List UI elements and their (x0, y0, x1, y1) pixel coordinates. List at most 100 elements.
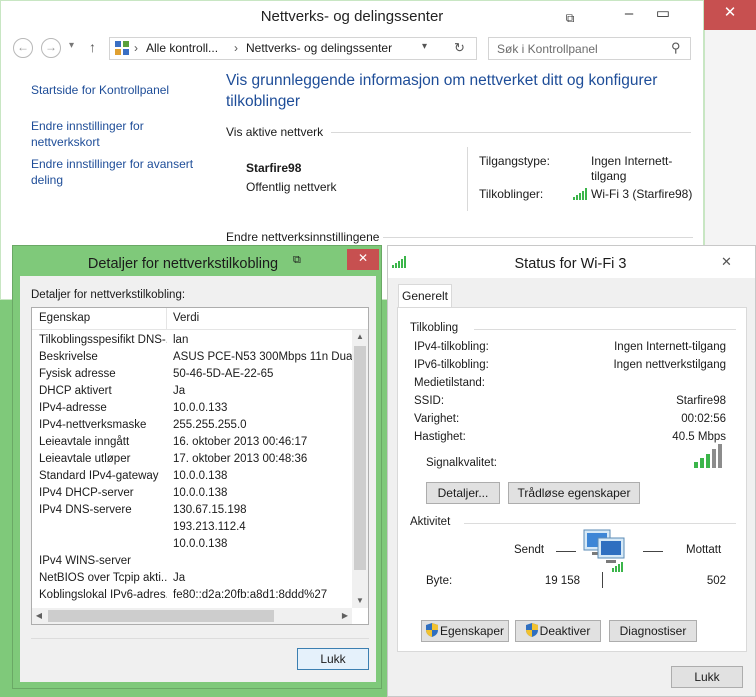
up-icon[interactable]: ↑ (89, 39, 96, 55)
activity-divider (602, 572, 603, 588)
maximize-button[interactable]: ▭ (647, 1, 679, 29)
property-value: 10.0.0.133 (173, 402, 228, 414)
connection-row-value: 00:02:56 (681, 413, 726, 425)
breadcrumb-item-network-sharing-center[interactable]: Nettverks- og delingssenter (246, 41, 392, 55)
wifi-status-title: Status for Wi-Fi 3 (514, 256, 627, 272)
column-divider[interactable] (166, 308, 167, 330)
restore-icon[interactable]: ⧉ (293, 254, 301, 267)
sidebar-link-adapter-settings[interactable]: Endre innstillinger for nettverkskort (31, 118, 181, 150)
connection-group-label: Tilkobling (410, 322, 459, 334)
property-name: Leieavtale inngått (39, 436, 130, 448)
breadcrumb-separator: › (234, 41, 238, 55)
list-item[interactable]: IPv4 DHCP-server 10.0.0.138 (32, 485, 352, 502)
list-item[interactable]: Tilkoblingsspesifikt DNS-... lan (32, 332, 352, 349)
wifi-connection-link[interactable]: Wi-Fi 3 (Starfire98) (591, 187, 692, 201)
status-close-button[interactable]: Lukk (671, 666, 743, 688)
back-button[interactable]: ← (13, 38, 33, 58)
list-item[interactable]: Fysisk adresse 50-46-5D-AE-22-65 (32, 366, 352, 383)
divider (474, 329, 736, 330)
recent-pages-icon[interactable]: ▾ (69, 40, 74, 51)
forward-button[interactable]: → (41, 38, 61, 58)
list-item[interactable]: DHCP aktivert Ja (32, 383, 352, 400)
list-item[interactable]: IPv4-nettverksmaske 255.255.255.0 (32, 417, 352, 434)
details-button[interactable]: Detaljer... (426, 482, 500, 504)
properties-button-label: Egenskaper (439, 624, 505, 638)
tab-general[interactable]: Generelt (398, 284, 452, 308)
list-item[interactable]: Beskrivelse ASUS PCE-N53 300Mbps 11n Dual… (32, 349, 352, 366)
connection-row-label: Varighet: (414, 413, 460, 425)
active-networks-label: Vis aktive nettverk (226, 125, 324, 139)
property-value: 193.213.112.4 (173, 521, 246, 533)
restore-icon[interactable]: ⧉ (557, 5, 583, 33)
list-item[interactable]: 10.0.0.138 (32, 536, 352, 553)
divider (467, 147, 468, 211)
scroll-right-icon[interactable]: ▶ (338, 608, 352, 624)
divider (383, 237, 693, 238)
sidebar-link-advanced-sharing[interactable]: Endre innstillinger for avansert deling (31, 156, 211, 188)
disable-button-label: Deaktiver (539, 624, 591, 638)
list-item[interactable]: IPv4 DNS-servere 130.67.15.198 (32, 502, 352, 519)
window-edge (704, 30, 756, 248)
close-button[interactable]: ✕ (704, 0, 756, 30)
wireless-properties-button[interactable]: Trådløse egenskaper (508, 482, 640, 504)
sent-line (556, 551, 576, 552)
property-value: Ja (173, 572, 186, 584)
bytes-sent-value: 19 158 (544, 575, 580, 587)
property-name: NetBIOS over Tcpip akti... (39, 572, 167, 584)
list-item[interactable]: Leieavtale inngått 16. oktober 2013 00:46… (32, 434, 352, 451)
search-icon[interactable]: ⚲ (671, 40, 681, 56)
property-name: IPv4-adresse (39, 402, 107, 414)
list-item[interactable]: Koblingslokal IPv6-adres... fe80::d2a:20f… (32, 587, 352, 604)
list-item[interactable]: 193.213.112.4 (32, 519, 352, 536)
diagnose-button[interactable]: Diagnostiser (609, 620, 697, 642)
details-close-button[interactable]: Lukk (297, 648, 369, 670)
vertical-scrollbar[interactable]: ▲ ▼ (352, 330, 368, 608)
connection-row-value: Starfire98 (676, 395, 726, 407)
list-item[interactable]: IPv4 WINS-server (32, 553, 352, 570)
scroll-down-icon[interactable]: ▼ (352, 594, 368, 608)
breadcrumb-item-all-control-panel[interactable]: Alle kontroll... (146, 41, 218, 55)
activity-group-label: Aktivitet (410, 516, 451, 528)
refresh-icon[interactable]: ↻ (454, 40, 465, 56)
signal-quality-icon (694, 444, 726, 471)
shield-icon (525, 623, 538, 637)
search-input[interactable]: Søk i Kontrollpanel ⚲ (488, 37, 691, 60)
signal-quality-label: Signalkvalitet: (426, 457, 497, 469)
column-header-value[interactable]: Verdi (173, 312, 199, 324)
property-name: IPv4 DHCP-server (39, 487, 134, 499)
horizontal-scrollbar[interactable]: ◀ ▶ (32, 608, 352, 624)
connection-row-value: 40.5 Mbps (672, 431, 726, 443)
disable-button[interactable]: Deaktiver (515, 620, 601, 642)
address-dropdown-icon[interactable]: ▾ (422, 41, 427, 52)
property-value: 10.0.0.138 (173, 487, 228, 499)
hscrollbar-thumb[interactable] (48, 610, 274, 622)
list-item[interactable]: Leieavtale utløper 17. oktober 2013 00:48… (32, 451, 352, 468)
sidebar-link-control-panel-home[interactable]: Startside for Kontrollpanel (31, 82, 211, 98)
property-name: Beskrivelse (39, 351, 98, 363)
list-item[interactable]: IPv4-adresse 10.0.0.133 (32, 400, 352, 417)
details-list[interactable]: Egenskap Verdi Tilkoblingsspesifikt DNS-… (31, 307, 369, 625)
scrollbar-thumb[interactable] (354, 346, 366, 570)
property-name: IPv4 WINS-server (39, 555, 132, 567)
property-name: IPv4 DNS-servere (39, 504, 132, 516)
title-bar[interactable]: Nettverks- og delingssenter ⧉ – ▭ (1, 1, 703, 33)
list-item[interactable]: Standard IPv4-gateway 10.0.0.138 (32, 468, 352, 485)
connection-row-label: SSID: (414, 395, 445, 407)
list-item[interactable]: NetBIOS over Tcpip akti... Ja (32, 570, 352, 587)
close-icon[interactable]: ✕ (721, 254, 732, 270)
column-header-property[interactable]: Egenskap (39, 312, 90, 324)
property-value: 130.67.15.198 (173, 504, 247, 516)
property-value: fe80::d2a:20fb:a8d1:8ddd%27 (173, 589, 328, 601)
scroll-up-icon[interactable]: ▲ (352, 330, 368, 344)
details-close-x-button[interactable]: ✕ (347, 249, 379, 270)
scroll-left-icon[interactable]: ◀ (32, 608, 46, 624)
details-rows: Tilkoblingsspesifikt DNS-... lan Beskrivel… (32, 332, 352, 608)
address-box[interactable]: › Alle kontroll... › Nettverks- og delin… (109, 37, 477, 60)
search-placeholder: Søk i Kontrollpanel (497, 42, 598, 56)
connection-row-label: IPv6-tilkobling: (414, 359, 489, 371)
details-dialog-body: Detaljer for nettverkstilkobling: Egensk… (20, 276, 376, 682)
properties-button[interactable]: Egenskaper (421, 620, 509, 642)
minimize-button[interactable]: – (613, 1, 645, 29)
connection-row-label: Medietilstand: (414, 377, 485, 389)
list-header: Egenskap Verdi (32, 308, 368, 330)
